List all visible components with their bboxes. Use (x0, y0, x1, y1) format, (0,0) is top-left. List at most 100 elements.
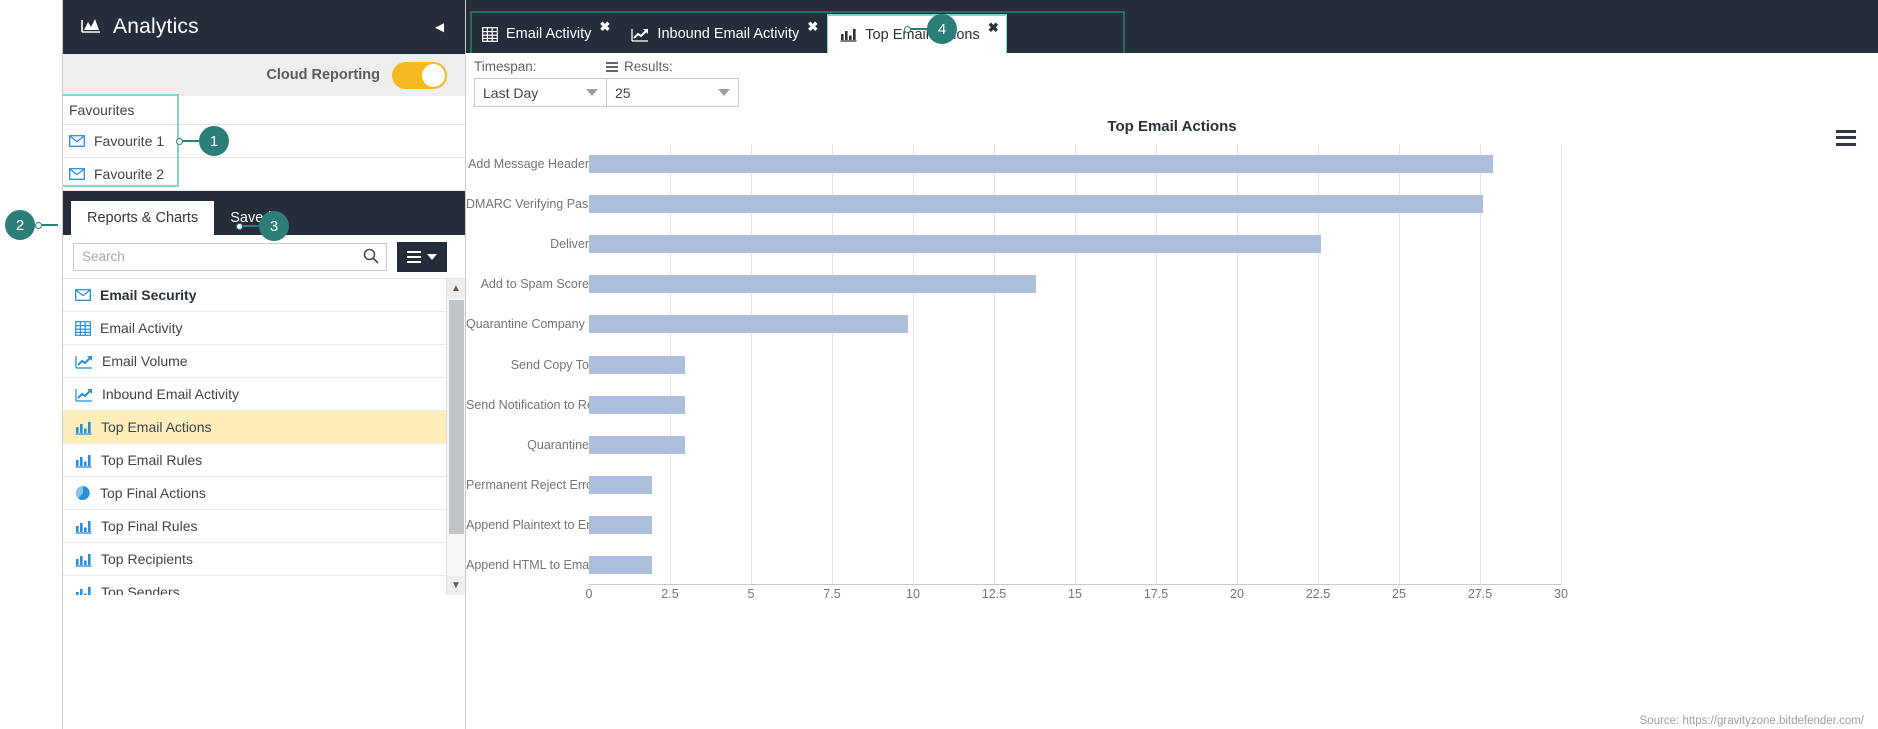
chart-bar (589, 315, 909, 334)
close-icon[interactable]: ✖ (988, 20, 999, 36)
callout-dot (35, 221, 42, 229)
report-list-item[interactable]: Top Senders (63, 576, 465, 595)
report-list-item[interactable]: Top Recipients (63, 543, 465, 576)
close-icon[interactable]: ✖ (600, 19, 611, 35)
search-icon[interactable] (363, 248, 379, 269)
report-tab-top-email-actions[interactable]: Top Email Actions ✖ (827, 14, 1007, 53)
sidebar-header: Analytics ◄ (63, 0, 465, 54)
chart-source-note: Source: https://gravityzone.bitdefender.… (1639, 715, 1864, 727)
chart-x-tick-label: 27.5 (1467, 587, 1493, 601)
scroll-down-arrow-icon[interactable]: ▼ (447, 576, 465, 595)
scrollbar-thumb[interactable] (449, 300, 464, 534)
envelope-icon (75, 289, 91, 301)
chart-gridline (1561, 144, 1562, 584)
chart-y-label: Deliver (550, 237, 589, 252)
chart-bar (589, 475, 653, 494)
list-options-button[interactable] (397, 241, 447, 272)
report-list-item[interactable]: Email Security (63, 279, 465, 312)
results-select[interactable]: 25 (606, 78, 739, 107)
bar-chart-icon (75, 585, 92, 595)
report-list-item-label: Inbound Email Activity (102, 386, 239, 402)
report-list: Email Security Email Activity Email Volume… (63, 279, 465, 595)
bar-chart-icon (75, 552, 92, 567)
favourite-item[interactable]: Favourite 1 (63, 125, 465, 158)
chart-bar (589, 355, 685, 374)
cloud-reporting-toggle[interactable] (392, 61, 447, 89)
chart-plot: Add Message Header DMARC Verifying Pass De… (466, 144, 1878, 729)
bar-chart-icon (840, 27, 857, 42)
chart-bar (589, 435, 685, 454)
table-icon (482, 26, 498, 42)
bar-chart-icon (75, 420, 92, 435)
report-list-item-label: Top Recipients (101, 551, 193, 567)
report-tab-email-activity[interactable]: Email Activity ✖ (470, 15, 617, 53)
report-list-item[interactable]: Top Final Actions (63, 477, 465, 510)
cloud-reporting-label: Cloud Reporting (266, 67, 380, 83)
report-list-item[interactable]: Top Final Rules (63, 510, 465, 543)
report-tab-label: Inbound Email Activity (657, 26, 800, 42)
main-content: Email Activity ✖ Inbound Email Activity … (466, 0, 1878, 729)
report-list-item[interactable]: Top Email Rules (63, 444, 465, 477)
chart-x-tick-label: 10 (906, 587, 920, 601)
report-list-item[interactable]: Email Activity (63, 312, 465, 345)
page-title: Analytics (113, 15, 199, 38)
report-list-item[interactable]: Email Volume (63, 345, 465, 378)
report-list-scrollbar[interactable]: ▲ ▼ (446, 279, 465, 595)
chevron-down-icon (427, 253, 437, 260)
chart-title: Top Email Actions (1107, 118, 1237, 135)
sidebar-search-row (63, 235, 465, 279)
chart-bar (589, 555, 653, 574)
report-list-item-label: Top Final Rules (101, 518, 198, 534)
chevron-down-icon (586, 89, 598, 96)
chart-y-label: Quarantine Company Only (466, 317, 614, 332)
results-label: Results: (624, 59, 673, 74)
chart-x-tick-label: 22.5 (1305, 587, 1331, 601)
timespan-control: Timespan: Last Day (474, 59, 607, 107)
report-tab-inbound-email-activity[interactable]: Inbound Email Activity ✖ (619, 15, 825, 53)
favourites-header: Favourites (63, 96, 465, 125)
analytics-sidebar: Analytics ◄ Cloud Reporting Favourites F… (62, 0, 466, 729)
chart-x-tick-label: 20 (1230, 587, 1244, 601)
favourite-item[interactable]: Favourite 2 (63, 158, 465, 191)
chevron-down-icon (718, 89, 730, 96)
chart-y-label: Append HTML to Email (466, 557, 595, 572)
report-controls: Timespan: Last Day Results: 25 Run R (466, 53, 1878, 144)
report-list-item[interactable]: Inbound Email Activity (63, 378, 465, 411)
report-list-item-label: Top Email Rules (101, 452, 203, 468)
tab-saved[interactable]: Saved (214, 201, 287, 235)
report-list-item[interactable]: Top Email Actions (63, 411, 465, 444)
results-control: Results: 25 (606, 59, 739, 107)
chart-x-tick-label: 2.5 (661, 587, 679, 601)
envelope-icon (69, 135, 85, 147)
envelope-icon (69, 168, 85, 180)
report-list-item-label: Email Volume (102, 353, 188, 369)
search-box[interactable] (73, 242, 387, 271)
timespan-select[interactable]: Last Day (474, 78, 607, 107)
tab-label: Saved (230, 210, 272, 226)
favourites-section: Favourites Favourite 1 Favourite 2 (63, 94, 465, 191)
tab-label: Reports & Charts (87, 210, 199, 226)
chart-x-tick-label: 25 (1392, 587, 1406, 601)
timespan-value: Last Day (483, 84, 539, 101)
callout-2: 2 (5, 210, 58, 240)
timespan-label: Timespan: (474, 59, 537, 74)
callout-line (42, 224, 58, 226)
close-icon[interactable]: ✖ (807, 19, 818, 35)
report-list-item-label: Top Email Actions (101, 419, 212, 435)
chart-y-label: Append Plaintext to Email (466, 517, 610, 532)
sidebar-collapse-chevron-left-icon[interactable]: ◄ (432, 20, 447, 35)
chart-x-tick-label: 12.5 (981, 587, 1007, 601)
report-tabbar: Email Activity ✖ Inbound Email Activity … (466, 0, 1878, 53)
chart-x-tick-label: 30 (1554, 587, 1568, 601)
scroll-up-arrow-icon[interactable]: ▲ (447, 279, 465, 298)
search-input[interactable] (74, 243, 386, 270)
chart-y-label: Send Copy To (510, 357, 589, 372)
report-tab-label: Top Email Actions (865, 26, 980, 43)
chart-bar (589, 195, 1484, 214)
favourite-item-label: Favourite 2 (94, 166, 165, 182)
chart-bar (589, 395, 685, 414)
line-chart-icon (75, 387, 93, 402)
tab-reports-and-charts[interactable]: Reports & Charts (71, 201, 215, 235)
bar-chart-icon (75, 519, 92, 534)
chart-x-tick-label: 17.5 (1143, 587, 1169, 601)
